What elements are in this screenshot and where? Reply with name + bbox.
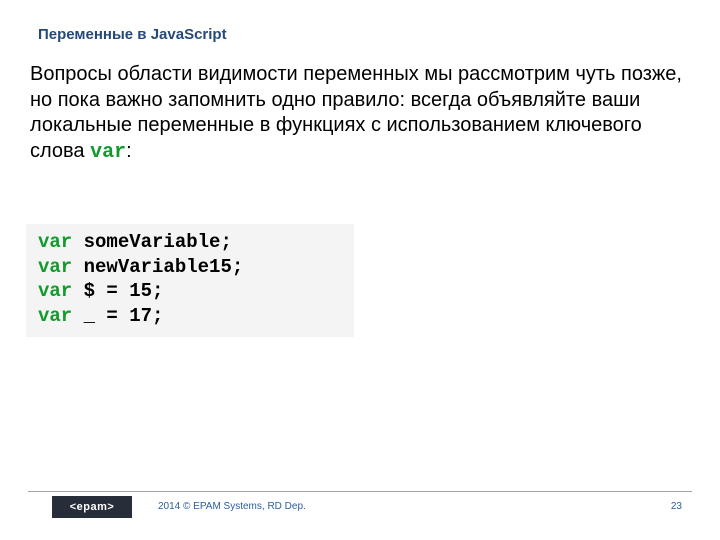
code-rest: _ = 17; [72, 305, 163, 327]
footer-copyright: 2014 © EPAM Systems, RD Dep. [158, 501, 306, 512]
code-line-2: var newVariable15; [38, 255, 342, 280]
code-rest: $ = 15; [72, 280, 163, 302]
code-kw: var [38, 256, 72, 278]
slide-title: Переменные в JavaScript [38, 26, 227, 43]
code-line-4: var _ = 17; [38, 304, 342, 329]
code-kw: var [38, 231, 72, 253]
code-kw: var [38, 305, 72, 327]
page-number: 23 [671, 501, 682, 512]
slide: Переменные в JavaScript Вопросы области … [0, 0, 720, 540]
body-paragraph: Вопросы области видимости переменных мы … [30, 62, 690, 165]
code-kw: var [38, 280, 72, 302]
footer-divider [28, 491, 692, 492]
code-line-3: var $ = 15; [38, 279, 342, 304]
paragraph-post: : [126, 140, 132, 162]
paragraph-keyword: var [90, 141, 126, 164]
footer: <epam> 2014 © EPAM Systems, RD Dep. 23 [0, 494, 720, 522]
code-block: var someVariable; var newVariable15; var… [26, 224, 354, 337]
code-rest: newVariable15; [72, 256, 243, 278]
code-rest: someVariable; [72, 231, 232, 253]
epam-logo: <epam> [52, 496, 132, 518]
code-line-1: var someVariable; [38, 230, 342, 255]
